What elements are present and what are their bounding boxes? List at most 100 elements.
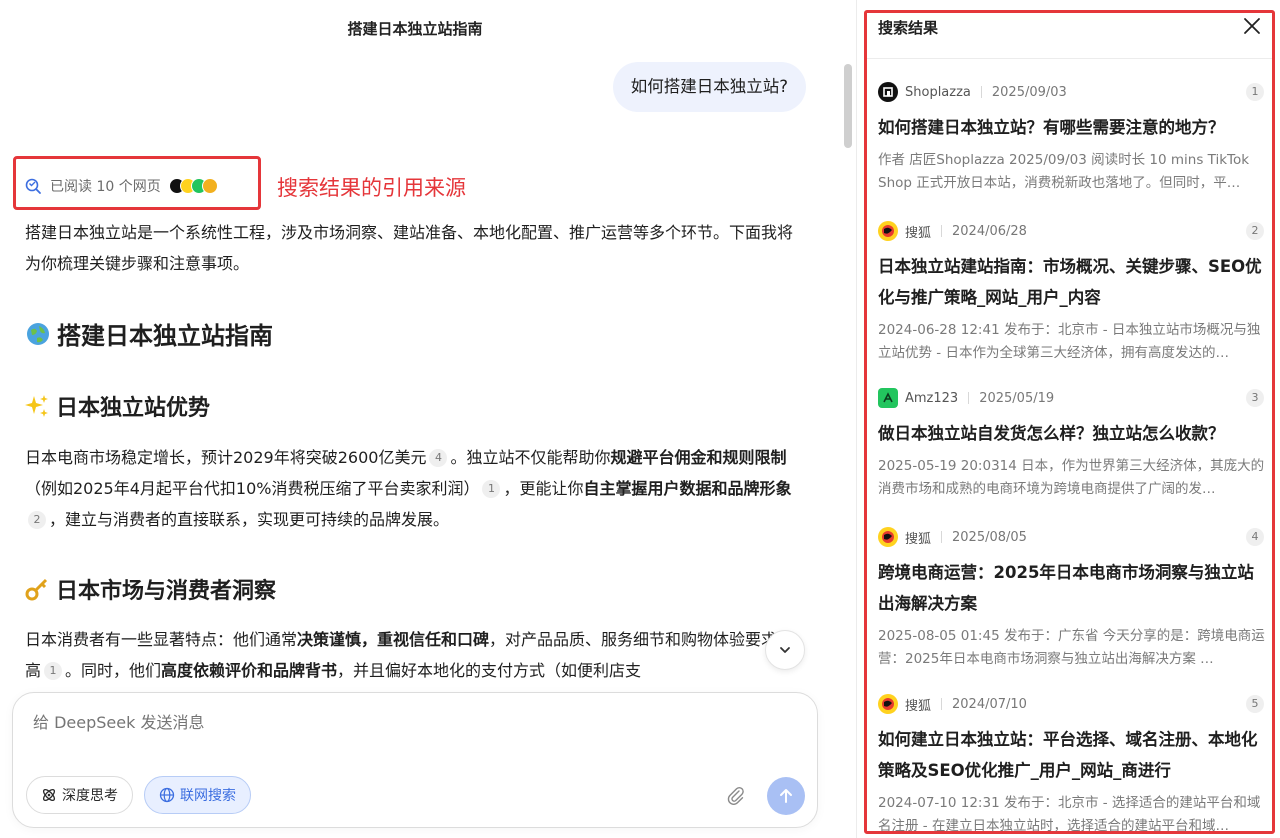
result-source: 搜狐 bbox=[905, 531, 932, 547]
panel-separator bbox=[867, 58, 1272, 59]
message-input[interactable] bbox=[33, 713, 793, 732]
text-run: 日本电商市场稳定增长，预计2029年将突破2600亿美元 bbox=[25, 448, 427, 467]
result-snippet: 作者 店匠Shoplazza 2025/09/03 阅读时长 10 mins T… bbox=[878, 152, 1250, 191]
sohu-mark-icon bbox=[882, 225, 894, 237]
text-run: 。同时，他们 bbox=[65, 661, 162, 680]
result-meta: 搜狐 2024/07/10 5 bbox=[878, 694, 1268, 714]
section-heading-text: 日本市场与消费者洞察 bbox=[56, 579, 277, 604]
citation-badge[interactable]: 1 bbox=[44, 662, 63, 680]
intro-paragraph: 搭建日本独立站是一个系统性工程，涉及市场洞察、建站准备、本地化配置、推广运营等多… bbox=[25, 223, 794, 273]
atom-icon bbox=[42, 788, 56, 802]
result-index: 4 bbox=[1246, 528, 1264, 546]
globe-icon bbox=[159, 787, 175, 803]
result-index: 5 bbox=[1246, 695, 1264, 713]
sohu-logo-icon bbox=[878, 221, 898, 241]
amz123-mark-icon bbox=[883, 392, 893, 403]
scroll-to-bottom-button[interactable] bbox=[765, 630, 805, 670]
result-source: Shoplazza bbox=[905, 84, 971, 100]
close-icon[interactable] bbox=[1242, 16, 1262, 36]
result-source: 搜狐 bbox=[905, 698, 932, 714]
result-index: 1 bbox=[1246, 83, 1264, 101]
sohu-mark-icon bbox=[882, 698, 894, 710]
result-date: 2025/09/03 bbox=[991, 84, 1067, 100]
result-title[interactable]: 日本独立站建站指南：市场概况、关键步骤、SEO优化与推广策略_网站_用户_内容 bbox=[878, 251, 1268, 313]
bold-text: 规避平台佣金和规则限制 bbox=[610, 448, 787, 467]
key-icon bbox=[25, 578, 48, 601]
section-heading-advantages: 日本独立站优势 bbox=[24, 390, 210, 422]
paperclip-icon[interactable] bbox=[725, 785, 747, 807]
meta-divider bbox=[968, 392, 970, 404]
result-title[interactable]: 跨境电商运营：2025年日本电商市场洞察与独立站出海解决方案 bbox=[878, 557, 1268, 619]
search-result-4[interactable]: 搜狐 2025/08/05 4 跨境电商运营：2025年日本电商市场洞察与独立站… bbox=[878, 527, 1268, 671]
deep-think-label: 深度思考 bbox=[62, 788, 118, 804]
result-index: 2 bbox=[1246, 222, 1264, 240]
sohu-logo-icon bbox=[878, 694, 898, 714]
citation-badge[interactable]: 4 bbox=[429, 449, 448, 467]
result-meta: Shoplazza 2025/09/03 1 bbox=[878, 82, 1268, 102]
result-meta: 搜狐 2025/08/05 4 bbox=[878, 527, 1268, 547]
text-run: （例如2025年4月起平台代扣10%消费税压缩了平台卖家利润） bbox=[25, 479, 480, 498]
result-source: Amz123 bbox=[905, 390, 959, 406]
user-message-bubble: 如何搭建日本独立站? bbox=[612, 62, 806, 112]
bold-text: 自主掌握用户数据和品牌形象 bbox=[583, 479, 792, 498]
send-button[interactable] bbox=[767, 777, 805, 815]
main-heading-text: 搭建日本独立站指南 bbox=[57, 322, 273, 350]
meta-divider bbox=[941, 225, 943, 237]
message-composer: 深度思考 联网搜索 bbox=[12, 692, 818, 828]
text-run: 。独立站不仅能帮助你 bbox=[450, 448, 611, 467]
result-snippet: 2024-07-10 12:31 发布于：北京市 - 选择适合的建站平台和域名注… bbox=[878, 795, 1261, 834]
text-run: ，并且偏好本地化的支付方式（如便利店支 bbox=[337, 661, 642, 680]
result-meta: Amz123 2025/05/19 3 bbox=[878, 388, 1268, 408]
bold-text: 高度依赖评价和品牌背书 bbox=[161, 661, 338, 680]
text-run: ，建立与消费者的直接联系，实现更可持续的品牌发展。 bbox=[49, 510, 450, 529]
search-result-2[interactable]: 搜狐 2024/06/28 2 日本独立站建站指南：市场概况、关键步骤、SEO优… bbox=[878, 221, 1268, 365]
result-snippet: 2024-06-28 12:41 发布于：北京市 - 日本独立站市场概况与独立站… bbox=[878, 322, 1261, 361]
result-index: 3 bbox=[1246, 389, 1264, 407]
text-run: ，更能让你 bbox=[503, 479, 584, 498]
search-result-5[interactable]: 搜狐 2024/07/10 5 如何建立日本独立站：平台选择、域名注册、本地化策… bbox=[878, 694, 1268, 838]
market-paragraph: 日本消费者有一些显著特点：他们通常决策谨慎，重视信任和口碑，对产品品质、服务细节… bbox=[25, 624, 795, 686]
shoplazza-mark-icon bbox=[883, 87, 893, 97]
sohu-logo-icon bbox=[878, 527, 898, 547]
result-date: 2025/05/19 bbox=[979, 390, 1055, 406]
text-run: 日本消费者有一些显著特点：他们通常 bbox=[25, 630, 298, 649]
source-favicons bbox=[168, 178, 218, 194]
result-date: 2024/07/10 bbox=[952, 696, 1027, 712]
citation-badge[interactable]: 1 bbox=[482, 480, 501, 498]
result-title[interactable]: 如何建立日本独立站：平台选择、域名注册、本地化策略及SEO优化推广_用户_网站_… bbox=[878, 724, 1268, 786]
search-result-3[interactable]: Amz123 2025/05/19 3 做日本独立站自发货怎么样？独立站怎么收款… bbox=[878, 388, 1268, 501]
result-title[interactable]: 如何搭建日本独立站？有哪些需要注意的地方？ bbox=[878, 112, 1268, 143]
chat-scrollbar[interactable] bbox=[844, 64, 852, 148]
conversation-title: 搭建日本独立站指南 bbox=[347, 20, 483, 38]
citation-badge[interactable]: 2 bbox=[28, 511, 46, 529]
search-result-1[interactable]: Shoplazza 2025/09/03 1 如何搭建日本独立站？有哪些需要注意… bbox=[878, 82, 1268, 195]
bold-text: 决策谨慎，重视信任和口碑 bbox=[297, 630, 490, 649]
shoplazza-logo-icon bbox=[878, 82, 898, 102]
amz123-logo-icon bbox=[878, 388, 898, 408]
web-search-button[interactable]: 联网搜索 bbox=[144, 776, 251, 814]
result-title[interactable]: 做日本独立站自发货怎么样？独立站怎么收款？ bbox=[878, 418, 1268, 449]
sparkles-icon bbox=[25, 395, 48, 417]
annotation-label: 搜索结果的引用来源 bbox=[277, 176, 466, 200]
search-panel-title: 搜索结果 bbox=[878, 19, 939, 37]
web-search-label: 联网搜索 bbox=[180, 788, 236, 804]
result-date: 2025/08/05 bbox=[952, 529, 1027, 545]
result-source: 搜狐 bbox=[905, 225, 932, 241]
globe-icon bbox=[27, 322, 49, 345]
read-sources-toggle[interactable]: 已阅读 10 个网页 bbox=[24, 176, 218, 196]
section-heading-market: 日本市场与消费者洞察 bbox=[24, 573, 276, 605]
sohu-mark-icon bbox=[882, 531, 894, 543]
arrow-up-icon bbox=[780, 789, 792, 803]
section-heading-text: 日本独立站优势 bbox=[56, 396, 211, 421]
search-refresh-icon bbox=[25, 178, 41, 194]
main-heading: 搭建日本独立站指南 bbox=[25, 316, 273, 351]
deep-think-button[interactable]: 深度思考 bbox=[26, 776, 133, 814]
sohu-favicon-icon bbox=[201, 178, 218, 194]
read-sources-label: 已阅读 10 个网页 bbox=[50, 179, 161, 195]
result-snippet: 2025-05-19 20:0314 日本，作为世界第三大经济体，其庞大的消费市… bbox=[878, 458, 1265, 497]
chat-pane: 搭建日本独立站指南 如何搭建日本独立站? 已阅读 10 个网页 搜索结果的引用来… bbox=[0, 0, 840, 838]
panel-divider bbox=[856, 0, 857, 838]
result-snippet: 2025-08-05 01:45 发布于：广东省 今天分享的是：跨境电商运营：2… bbox=[878, 628, 1265, 667]
result-meta: 搜狐 2024/06/28 2 bbox=[878, 221, 1268, 241]
meta-divider bbox=[941, 698, 943, 710]
